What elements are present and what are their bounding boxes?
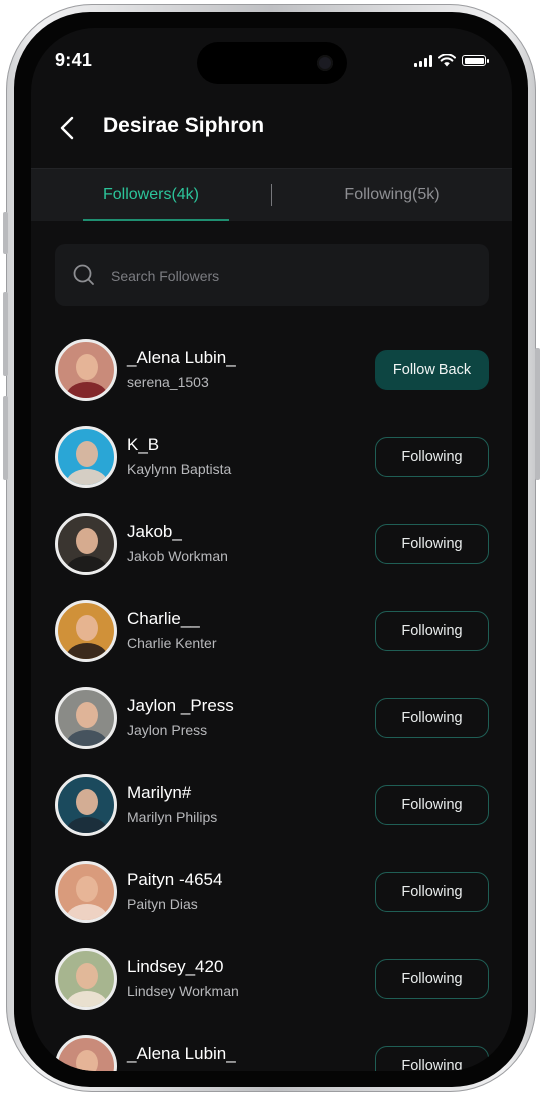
- full-name: Lindsey Workman: [127, 983, 239, 999]
- full-name: Marilyn Philips: [127, 809, 218, 825]
- tab-followers[interactable]: Followers(4k): [31, 169, 271, 221]
- avatar[interactable]: [55, 426, 117, 488]
- volume-down-button: [3, 396, 8, 480]
- list-item: Lindsey_420 Lindsey Workman Following: [31, 940, 512, 1027]
- camera-icon: [317, 55, 333, 71]
- back-button[interactable]: [53, 112, 81, 144]
- full-name: Jakob Workman: [127, 548, 228, 564]
- full-name: Jaylon Press: [127, 722, 208, 738]
- wifi-icon: [438, 54, 456, 67]
- username[interactable]: Charlie__: [127, 609, 200, 629]
- list-item: K_B Kaylynn Baptista Following: [31, 418, 512, 505]
- battery-icon: [462, 55, 489, 66]
- username[interactable]: Lindsey_420: [127, 957, 223, 977]
- list-item: _Alena Lubin_ serena_1503 Follow Back: [31, 331, 512, 418]
- power-button: [535, 348, 540, 480]
- following-button[interactable]: Following: [375, 611, 489, 651]
- following-button[interactable]: Following: [375, 524, 489, 564]
- following-button[interactable]: Following: [375, 1046, 489, 1071]
- page-title: Desirae Siphron: [103, 114, 265, 137]
- following-button[interactable]: Following: [375, 785, 489, 825]
- list-item: Marilyn# Marilyn Philips Following: [31, 766, 512, 853]
- status-icons: [414, 54, 489, 67]
- tab-following[interactable]: Following(5k): [272, 169, 512, 221]
- following-button[interactable]: Following: [375, 698, 489, 738]
- avatar[interactable]: [55, 1035, 117, 1071]
- full-name: Charlie Kenter: [127, 635, 217, 651]
- username[interactable]: Marilyn#: [127, 783, 191, 803]
- username[interactable]: K_B: [127, 435, 159, 455]
- screen: 9:41 Desirae Siphron Followers(4k) Follo…: [31, 28, 512, 1071]
- username[interactable]: Jaylon _Press: [127, 696, 234, 716]
- following-button[interactable]: Following: [375, 437, 489, 477]
- avatar[interactable]: [55, 774, 117, 836]
- full-name: Kaylynn Baptista: [127, 461, 232, 477]
- following-button[interactable]: Following: [375, 872, 489, 912]
- tab-bar: Followers(4k) Following(5k): [31, 168, 512, 221]
- full-name: Paityn Dias: [127, 896, 198, 912]
- search-bar: [55, 244, 489, 308]
- username[interactable]: Jakob_: [127, 522, 182, 542]
- full-name: serena_1503: [127, 374, 209, 390]
- chevron-left-icon: [60, 116, 74, 140]
- avatar[interactable]: [55, 687, 117, 749]
- list-item: _Alena Lubin_ Following: [31, 1027, 512, 1071]
- list-item: Charlie__ Charlie Kenter Following: [31, 592, 512, 679]
- avatar[interactable]: [55, 948, 117, 1010]
- follow-back-button[interactable]: Follow Back: [375, 350, 489, 390]
- search-input[interactable]: [109, 244, 473, 308]
- search-icon: [73, 264, 94, 285]
- avatar[interactable]: [55, 513, 117, 575]
- list-item: Jaylon _Press Jaylon Press Following: [31, 679, 512, 766]
- avatar[interactable]: [55, 600, 117, 662]
- cellular-signal-icon: [414, 54, 432, 67]
- avatar[interactable]: [55, 861, 117, 923]
- dynamic-island: [197, 42, 347, 84]
- active-tab-indicator: [83, 219, 229, 221]
- username[interactable]: _Alena Lubin_: [127, 1044, 236, 1064]
- list-item: Paityn -4654 Paityn Dias Following: [31, 853, 512, 940]
- volume-up-button: [3, 292, 8, 376]
- avatar[interactable]: [55, 339, 117, 401]
- username[interactable]: Paityn -4654: [127, 870, 222, 890]
- list-item: Jakob_ Jakob Workman Following: [31, 505, 512, 592]
- following-button[interactable]: Following: [375, 959, 489, 999]
- action-button: [3, 212, 8, 254]
- username[interactable]: _Alena Lubin_: [127, 348, 236, 368]
- status-time: 9:41: [55, 50, 93, 70]
- header: Desirae Siphron: [31, 100, 512, 166]
